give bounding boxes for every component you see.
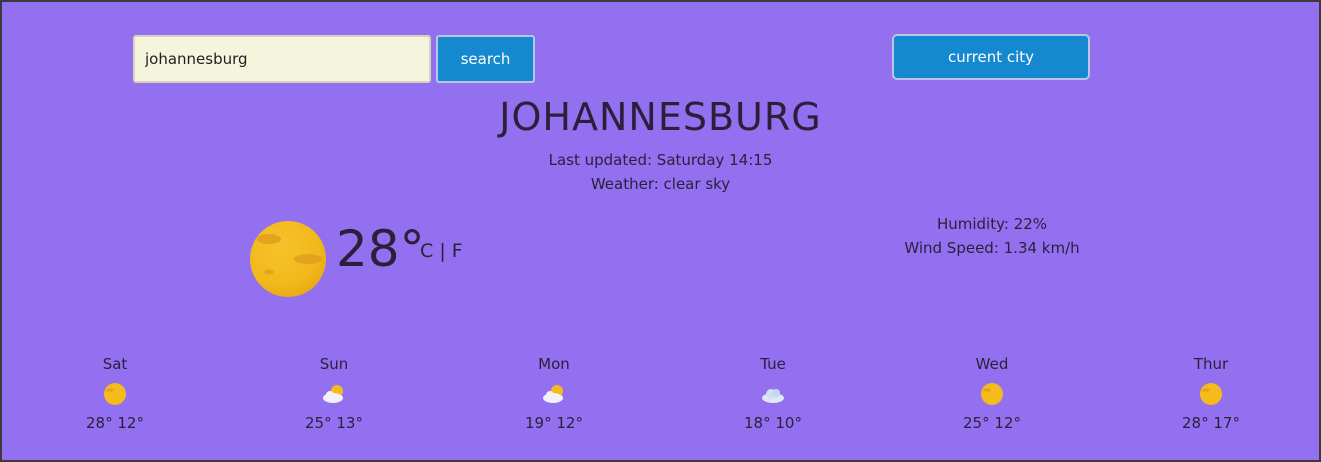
forecast-day-name: Wed xyxy=(975,355,1009,373)
sun-icon xyxy=(250,221,326,297)
partly-cloudy-icon xyxy=(323,385,343,403)
last-updated-text: Last updated: Saturday 14:15 xyxy=(548,151,773,169)
forecast-temps: 18° 10° xyxy=(744,414,802,432)
wind-speed-text: Wind Speed: 1.34 km/h xyxy=(904,239,1080,257)
forecast-day: Thur 28° 17° xyxy=(1151,355,1271,432)
forecast-day-name: Sat xyxy=(102,355,128,373)
weather-description: Weather: clear sky xyxy=(590,175,731,193)
search-button[interactable]: search xyxy=(436,35,535,83)
current-city-button[interactable]: current city xyxy=(892,34,1090,80)
forecast-temps: 28° 12° xyxy=(86,414,144,432)
forecast-day: Tue 18° 10° xyxy=(713,355,833,432)
forecast-day-name: Tue xyxy=(760,355,786,373)
city-name: JOHANNESBURG xyxy=(499,95,822,139)
forecast-temps: 25° 12° xyxy=(963,414,1021,432)
fahrenheit-link[interactable]: F xyxy=(452,240,463,262)
forecast-temps: 19° 12° xyxy=(525,414,583,432)
forecast-day-name: Sun xyxy=(319,355,349,373)
forecast-temps: 25° 13° xyxy=(305,414,363,432)
celsius-link[interactable]: C xyxy=(420,240,433,262)
cloud-icon xyxy=(762,389,784,403)
partly-cloudy-icon xyxy=(543,385,563,403)
forecast-day: Sun 25° 13° xyxy=(274,355,394,432)
unit-separator: | xyxy=(439,240,446,262)
forecast-day-name: Thur xyxy=(1193,355,1229,373)
sun-icon xyxy=(1200,383,1222,405)
humidity-text: Humidity: 22% xyxy=(936,215,1048,233)
sun-icon xyxy=(981,383,1003,405)
sun-icon xyxy=(104,383,126,405)
forecast-day: Sat 28° 12° xyxy=(55,355,175,432)
forecast-day-name: Mon xyxy=(538,355,570,373)
forecast-day: Mon 19° 12° xyxy=(494,355,614,432)
forecast-temps: 28° 17° xyxy=(1182,414,1240,432)
forecast-day: Wed 25° 12° xyxy=(932,355,1052,432)
weather-app: search current city JOHANNESBURG Last up… xyxy=(0,0,1321,462)
current-temperature: 28° xyxy=(336,220,425,278)
unit-toggle: C | F xyxy=(420,240,463,262)
search-input[interactable] xyxy=(133,35,431,83)
